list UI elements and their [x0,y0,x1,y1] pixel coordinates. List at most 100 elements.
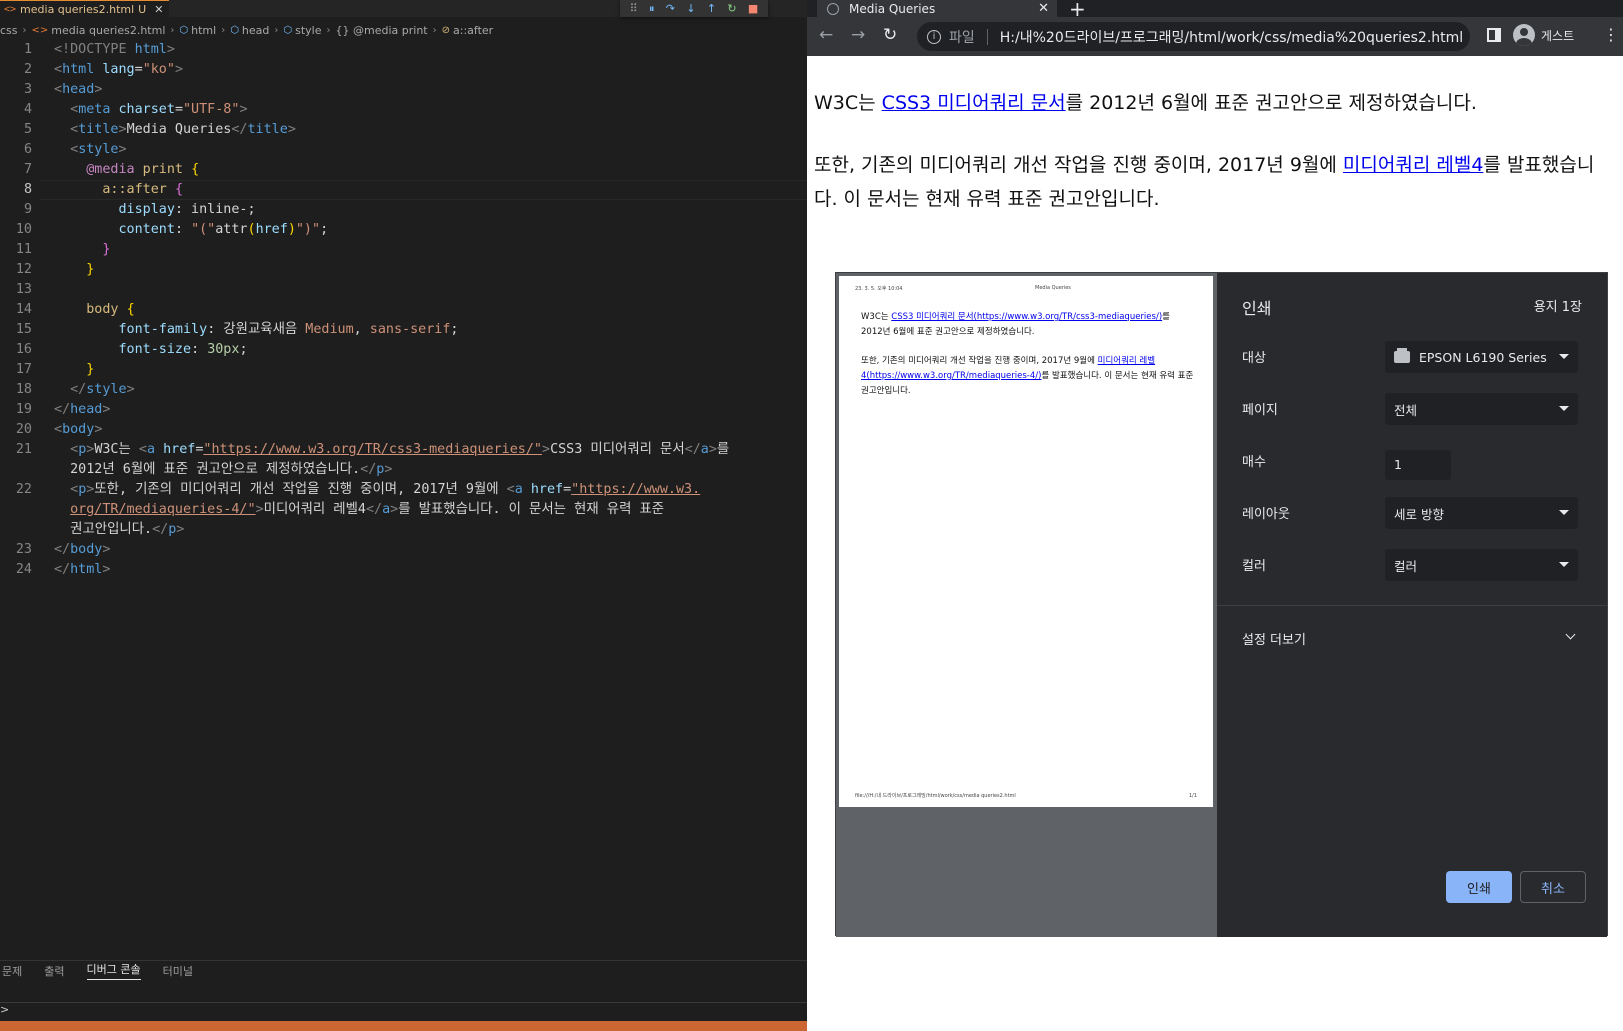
info-icon[interactable]: i [927,29,941,44]
code-line: 24 </html> [15,562,111,577]
breadcrumb-item[interactable]: ⬡ html [179,24,216,37]
layout-select[interactable]: 세로 방향 [1385,497,1578,529]
browser-toolbar: ← → ↻ i 파일 H:/내%20드라이브/프로그래밍/html/work/c… [807,17,1623,56]
tab-output[interactable]: 출력 [44,963,64,979]
code-line: 5 <title>Media Queries</title> [23,122,296,137]
code-line: 3 <head> [23,82,103,97]
breadcrumb-item[interactable]: <> media queries2.html [32,24,166,37]
copies-label: 매수 [1242,455,1266,470]
tab-debug-console[interactable]: 디버그 콘솔 [86,961,141,980]
print-button[interactable]: 인쇄 [1446,871,1512,903]
element-icon: ⬡ [179,25,189,36]
html-file-icon: <> [31,25,49,36]
pages-label: 페이지 [1242,403,1278,418]
step-out-icon[interactable]: ↑ [707,3,716,14]
drag-handle-icon[interactable]: ⠿ [630,3,638,14]
editor-tab[interactable]: <> media queries2.html U ✕ [0,0,170,17]
code-line: 17 } [15,362,95,377]
element-icon: ⬡ [230,25,239,36]
restart-icon[interactable]: ↻ [727,3,736,14]
code-line: 18 </style> [15,382,135,397]
sheet-count: 용지 1장 [1533,300,1582,315]
paragraph: 또한, 기존의 미디어쿼리 개선 작업을 진행 중이며, 2017년 9월에 미… [861,356,1194,396]
step-over-icon[interactable]: ↷ [666,3,675,14]
side-panel-icon[interactable] [1487,28,1501,42]
print-preview-page: 23. 3. 5. 오후 10:04 Media Queries W3C는 CS… [839,276,1213,807]
destination-value: EPSON L6190 Series [1419,349,1547,365]
tab-terminal[interactable]: 터미널 [163,963,193,979]
color-label: 컬러 [1242,559,1266,574]
step-into-icon[interactable]: ↓ [686,3,695,14]
paragraph: W3C는 CSS3 미디어쿼리 문서(https://www.w3.org/TR… [861,312,1170,337]
print-preview-area: 23. 3. 5. 오후 10:04 Media Queries W3C는 CS… [836,273,1217,937]
code-line: 23 </body> [15,542,111,557]
chevron-right-icon: › [22,25,27,36]
browser-tab[interactable]: Media Queries ✕ [817,0,1057,17]
link-css3-mediaqueries[interactable]: CSS3 미디어쿼리 문서 [882,92,1066,114]
breadcrumb-item[interactable]: ⬡ style [283,24,321,37]
breadcrumb-item[interactable]: ⬡ head [230,24,269,37]
stop-icon[interactable]: ■ [748,3,758,14]
code-line: 7 @media print { [23,162,200,177]
pause-icon[interactable]: ⏸ [649,3,655,14]
preview-header-title: Media Queries [1035,285,1071,291]
cancel-button[interactable]: 취소 [1520,871,1586,903]
breadcrumb-item[interactable]: css [0,24,18,37]
code-line: 2012년 6월에 표준 권고안으로 제정하였습니다.</p> [70,462,393,477]
address-bar[interactable]: i 파일 H:/내%20드라이브/프로그래밍/html/work/css/med… [917,22,1470,51]
chevron-right-icon: › [274,25,279,36]
reload-icon[interactable]: ↻ [883,25,897,45]
forward-arrow-icon[interactable]: → [851,25,865,45]
chevron-right-icon: › [326,25,331,36]
dropdown-arrow-icon [1559,354,1569,359]
browser-window: Media Queries ✕ + ← → ↻ i 파일 H:/내%20드라이브… [807,0,1623,1031]
kebab-menu-icon[interactable]: ⋮ [1603,25,1619,44]
globe-icon [827,2,839,15]
code-line: 1 <!DOCTYPE html> [23,42,175,57]
breadcrumb-item[interactable]: ⊘ a::after [442,24,494,37]
destination-select[interactable]: EPSON L6190 Series [1385,341,1578,373]
chevron-down-icon[interactable] [1565,629,1576,640]
divider [0,1002,807,1003]
code-line: org/TR/mediaqueries-4/">미디어쿼리 레벨4</a>를 발… [70,502,665,517]
breadcrumb-item[interactable]: {} @media print [336,24,428,37]
color-select[interactable]: 컬러 [1385,549,1578,581]
breadcrumb: css › <> media queries2.html › ⬡ html › ⬡ h… [0,21,807,40]
divider [986,28,988,45]
debug-toolbar: ⠿ ⏸ ↷ ↓ ↑ ↻ ■ [620,0,768,17]
printer-icon [1394,348,1410,363]
profile-button[interactable]: 게스트 [1513,24,1574,46]
code-line: 13 [15,282,32,297]
close-icon[interactable]: ✕ [1038,1,1049,16]
pages-select[interactable]: 전체 [1385,393,1578,425]
editor-tab-status: U [138,2,147,16]
selector-icon: ⊘ [441,25,451,36]
code-line: 2 <html lang="ko"> [23,62,183,77]
back-arrow-icon[interactable]: ← [819,25,833,45]
tab-problems[interactable]: 문제 [2,963,22,979]
copies-input[interactable]: 1 [1385,450,1451,480]
close-icon[interactable]: ✕ [154,3,163,16]
code-area[interactable]: 1 <!DOCTYPE html> 2 <html lang="ko"> 3 <hea… [0,40,807,580]
profile-label: 게스트 [1541,28,1575,43]
chevron-right-icon: › [221,25,226,36]
more-settings-toggle[interactable]: 설정 더보기 [1242,629,1306,648]
code-line: 14 body { [15,302,135,317]
console-prompt[interactable]: > [0,1003,9,1016]
browser-tab-title: Media Queries [849,1,936,16]
page-content: W3C는 CSS3 미디어쿼리 문서를 2012년 6월에 표준 권고안으로 제… [814,86,1614,244]
code-line: 12 } [15,262,95,277]
layout-value: 세로 방향 [1394,506,1444,522]
browser-tab-strip: Media Queries ✕ + [807,0,1623,21]
code-line: 16 font-size: 30px; [15,342,248,357]
preview-footer-path: file:///H:/내 드라이브/프로그래밍/html/work/css/me… [855,793,1016,799]
chevron-right-icon: › [432,25,437,36]
print-dialog: 23. 3. 5. 오후 10:04 Media Queries W3C는 CS… [835,272,1608,937]
address-scheme: 파일 [949,29,975,46]
code-line: 22 <p>또한, 기존의 미디어쿼리 개선 작업을 진행 중이며, 2017년… [15,482,701,497]
link-mediaqueries-4[interactable]: 미디어쿼리 레벨4 [1343,154,1484,176]
code-line-active: 8 a::after { [0,180,807,200]
preview-body: W3C는 CSS3 미디어쿼리 문서(https://www.w3.org/TR… [861,310,1194,413]
editor-tab-bar: <> media queries2.html U ✕ ⠿ ⏸ ↷ ↓ ↑ ↻ ■ [0,0,807,17]
preview-header-date: 23. 3. 5. 오후 10:04 [855,286,903,292]
